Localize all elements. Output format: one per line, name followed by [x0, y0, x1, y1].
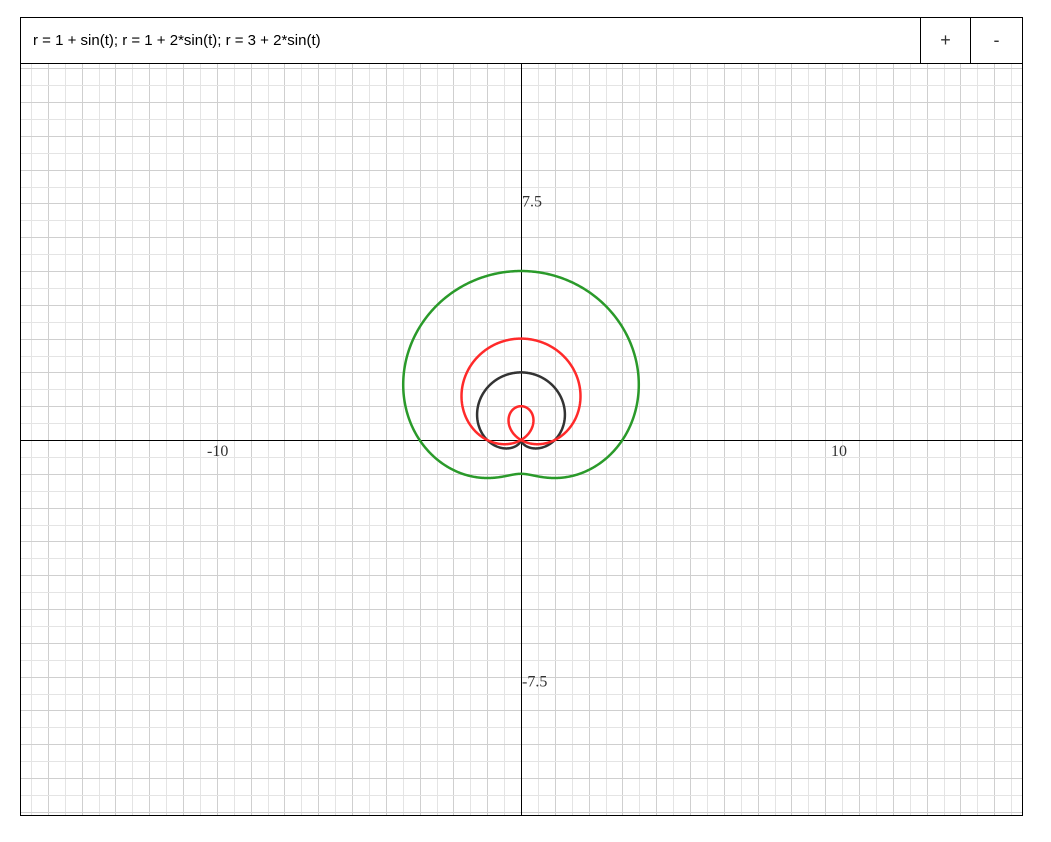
expression-input[interactable] [21, 18, 920, 63]
x-max-tick-label: 10 [831, 443, 847, 460]
y-max-tick-label: 7.5 [522, 194, 542, 211]
polar-graph: -10 10 7.5 -7.5 [21, 64, 1022, 815]
grapher-window: + - -10 10 7.5 -7.5 [20, 17, 1023, 816]
zoom-out-button[interactable]: - [970, 18, 1022, 63]
zoom-in-button[interactable]: + [920, 18, 970, 63]
plot-area[interactable]: -10 10 7.5 -7.5 [21, 64, 1022, 815]
toolbar: + - [21, 18, 1022, 64]
x-min-tick-label: -10 [207, 443, 228, 460]
y-min-tick-label: -7.5 [522, 674, 547, 691]
